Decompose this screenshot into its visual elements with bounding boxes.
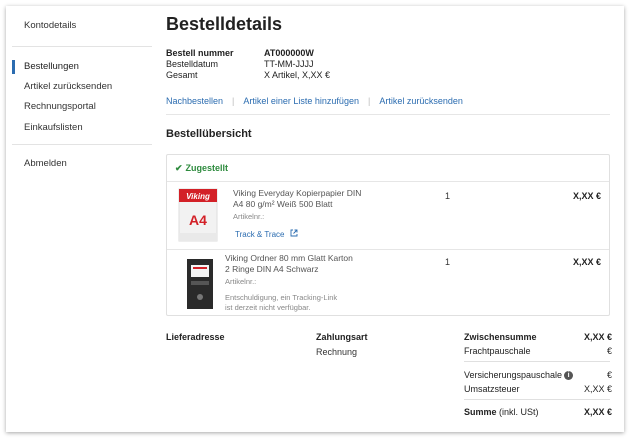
quantity: 1 — [445, 191, 451, 201]
order-total-label: Gesamt — [166, 70, 198, 80]
divider: | — [367, 96, 371, 106]
divider — [464, 361, 610, 362]
sidebar-item-orders[interactable]: Bestellungen — [24, 61, 79, 72]
track-and-trace-link[interactable]: Track & Trace — [235, 229, 298, 239]
product-name[interactable]: Viking Everyday Kopierpapier DIN A4 80 g… — [233, 188, 363, 210]
sidebar-active-indicator — [12, 60, 15, 74]
binder-image[interactable] — [179, 255, 221, 311]
insurance-label: Versicherungspauschale i — [464, 370, 574, 381]
total-value: X,XX € — [583, 407, 612, 417]
insurance-label-text: Versicherungspauschale — [464, 370, 563, 380]
payment-method-label: Zahlungsart — [316, 332, 368, 342]
order-items-card: ✔ Zugestellt Viking A4 Viking Everyday Ko… — [166, 154, 610, 316]
quantity: 1 — [445, 257, 451, 267]
subtotal-label: Zwischensumme — [464, 332, 537, 342]
subtotal-value: X,XX € — [583, 332, 612, 342]
add-to-list-link[interactable]: Artikel einer Liste hinzufügen — [243, 96, 359, 106]
order-actions: Nachbestellen | Artikel einer Liste hinzuf… — [166, 96, 463, 106]
sidebar-divider — [12, 144, 152, 145]
divider: | — [232, 96, 235, 106]
order-date-label: Bestelldatum — [166, 59, 219, 69]
svg-text:Viking: Viking — [186, 192, 210, 201]
price: X,XX € — [572, 257, 601, 267]
order-overview-title: Bestellübersicht — [166, 128, 252, 140]
order-number-value: AT000000W — [264, 48, 314, 58]
account-sidebar: Kontodetails Bestellungen Artikel zurück… — [6, 6, 154, 432]
divider — [464, 399, 610, 400]
page-frame: Kontodetails Bestellungen Artikel zurück… — [6, 6, 624, 432]
return-items-link[interactable]: Artikel zurücksenden — [379, 96, 463, 106]
sidebar-item-invoice-portal[interactable]: Rechnungsportal — [24, 101, 96, 112]
divider — [167, 181, 609, 182]
sidebar-item-account-details[interactable]: Kontodetails — [24, 20, 76, 31]
total-label-bold: Summe — [464, 407, 497, 417]
copy-paper-image[interactable]: Viking A4 — [177, 187, 219, 243]
delivery-status: ✔ Zugestellt — [175, 163, 228, 174]
sidebar-item-shopping-lists[interactable]: Einkaufslisten — [24, 122, 83, 133]
article-number: Artikelnr.: — [225, 277, 257, 286]
sidebar-item-return-items[interactable]: Artikel zurücksenden — [24, 81, 112, 92]
order-total-value: X Artikel, X,XX € — [264, 70, 331, 80]
track-label: Track & Trace — [235, 230, 285, 239]
order-number-label: Bestell nummer — [166, 48, 234, 58]
delivery-address-label: Lieferadresse — [166, 332, 225, 342]
external-link-icon — [290, 229, 298, 239]
tax-label: Umsatzsteuer — [464, 384, 520, 394]
page-title: Bestelldetails — [166, 14, 283, 34]
svg-text:A4: A4 — [189, 212, 207, 228]
sidebar-item-logout[interactable]: Abmelden — [24, 158, 67, 169]
shipping-value: € — [606, 346, 612, 356]
sidebar-divider — [12, 46, 152, 47]
status-label: Zugestellt — [185, 163, 229, 173]
article-number: Artikelnr.: — [233, 212, 265, 221]
price: X,XX € — [572, 191, 601, 201]
checkmark-icon: ✔ — [175, 163, 183, 173]
payment-method-value: Rechnung — [316, 347, 358, 357]
order-details-main: Bestelldetails Bestell nummer AT000000W … — [166, 6, 612, 432]
divider — [166, 114, 610, 115]
tax-value: X,XX € — [583, 384, 612, 394]
total-label: Summe (inkl. USt) — [464, 407, 539, 417]
divider — [167, 249, 609, 250]
reorder-link[interactable]: Nachbestellen — [166, 96, 223, 106]
order-date-value: TT-MM-JJJJ — [264, 59, 314, 69]
insurance-value: € — [606, 370, 612, 380]
product-name[interactable]: Viking Ordner 80 mm Glatt Karton 2 Ringe… — [225, 253, 355, 275]
total-label-suffix: (inkl. USt) — [499, 407, 539, 417]
info-icon[interactable]: i — [564, 371, 574, 381]
shipping-label: Frachtpauschale — [464, 346, 531, 356]
tracking-unavailable-note: Entschuldigung, ein Tracking-Link ist de… — [225, 293, 338, 312]
